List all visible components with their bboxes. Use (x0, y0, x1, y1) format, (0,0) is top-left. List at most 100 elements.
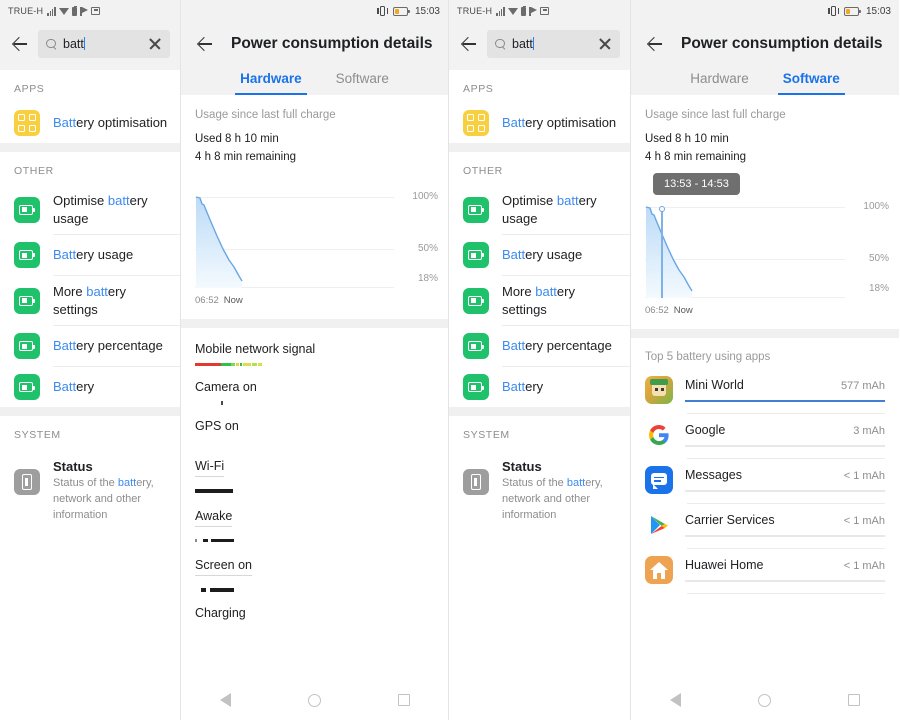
hardware-item[interactable]: Wi-Fi (181, 447, 448, 497)
carrier-label: TRUE-H (457, 6, 493, 16)
messages-app-icon (645, 465, 673, 494)
app-mah: < 1 mAh (843, 559, 885, 572)
app-mah: 577 mAh (840, 379, 885, 392)
panel-power-details-hardware: 15:03 Power consumption details Hardware… (180, 0, 448, 720)
hardware-bar (195, 440, 434, 444)
hardware-label: Wi-Fi (195, 459, 225, 478)
recents-nav-icon[interactable] (848, 694, 861, 706)
list-item[interactable]: Battery (0, 367, 180, 408)
tab-hardware[interactable]: Hardware (688, 68, 751, 95)
list-item-label: Optimise battery usage (53, 193, 148, 226)
app-name: Huawei Home (685, 557, 764, 572)
list-item-label: Battery usage (502, 247, 583, 263)
section-label-apps: APPS (0, 70, 180, 103)
hardware-item[interactable]: Screen on (181, 546, 448, 596)
list-item[interactable]: Battery usage (0, 235, 180, 276)
home-nav-icon[interactable] (307, 693, 321, 707)
x-tick-now: Now (223, 294, 243, 306)
hardware-item[interactable]: GPS on (181, 409, 448, 448)
usage-summary: Usage since last full charge Used 8 h 10… (181, 95, 448, 171)
hardware-item[interactable]: Mobile network signal (181, 332, 448, 371)
y-tick-50: 50% (868, 252, 889, 264)
list-item[interactable]: Optimise battery usage (0, 185, 180, 235)
hardware-label: Charging (195, 605, 246, 620)
list-item[interactable]: Carrier Services < 1 mAh (631, 504, 899, 539)
hardware-bar (195, 588, 434, 592)
list-item[interactable]: More battery settings (449, 276, 630, 326)
chart-tooltip: 13:53 - 14:53 (653, 172, 740, 195)
hardware-item[interactable]: Awake (181, 497, 448, 547)
hardware-label: Mobile network signal (195, 341, 316, 356)
battery-chart-area (195, 195, 243, 288)
home-nav-icon[interactable] (757, 693, 771, 707)
panel-power-details-software: 15:03 Power consumption details Hardware… (630, 0, 899, 720)
back-button[interactable] (10, 34, 30, 54)
list-item[interactable]: Battery (449, 367, 630, 408)
back-button[interactable] (645, 34, 665, 54)
list-item-label: Battery percentage (502, 338, 612, 354)
back-button[interactable] (459, 34, 479, 54)
hardware-item[interactable]: Charging (181, 596, 448, 635)
x-tick-start: 06:52 (195, 294, 219, 306)
page-title: Power consumption details (681, 35, 883, 52)
flag-icon (80, 6, 88, 16)
list-item-label: More battery settings (53, 284, 126, 317)
back-nav-icon[interactable] (219, 693, 231, 707)
search-value: batt (512, 37, 533, 51)
hardware-label: Screen on (195, 558, 252, 577)
list-item[interactable]: Mini World 577 mAh (631, 369, 899, 404)
list-item[interactable]: Battery optimisation (0, 103, 180, 143)
google-app-icon (645, 420, 673, 449)
search-input[interactable]: batt (487, 30, 620, 58)
battery-low-icon (843, 6, 861, 16)
list-item[interactable]: Optimise battery usage (449, 185, 630, 235)
list-item[interactable]: Messages < 1 mAh (631, 459, 899, 494)
tab-software[interactable]: Software (334, 68, 391, 95)
battery-chart[interactable]: 100% 50% 18% 06:52 Now (645, 201, 889, 316)
huawei-home-app-icon (645, 555, 673, 584)
list-item[interactable]: Battery usage (449, 235, 630, 276)
remaining-line: 4 h 8 min remaining (645, 150, 746, 163)
list-item[interactable]: Status Status of the battery, network an… (449, 449, 630, 531)
back-button[interactable] (195, 34, 215, 54)
list-item[interactable]: More battery settings (0, 276, 180, 326)
tab-hardware[interactable]: Hardware (235, 68, 307, 95)
battery-green-icon (14, 242, 40, 269)
list-item[interactable]: Battery percentage (0, 326, 180, 367)
battery-green-icon (14, 287, 40, 314)
square-icon (91, 7, 101, 15)
hardware-bar (195, 627, 434, 631)
search-input[interactable]: batt (38, 30, 170, 58)
recents-nav-icon[interactable] (397, 694, 410, 706)
hardware-label: Awake (195, 509, 233, 527)
close-icon[interactable] (598, 37, 612, 51)
back-nav-icon[interactable] (669, 693, 681, 707)
panel-search-results-1: TRUE-H batt APPS Battery optimisation OT (0, 0, 180, 720)
list-item[interactable]: Battery percentage (449, 326, 630, 367)
tab-software[interactable]: Software (777, 68, 845, 95)
close-icon[interactable] (148, 37, 162, 51)
section-label-other: OTHER (449, 152, 630, 185)
chart-marker-line (661, 208, 663, 298)
battery-green-icon (14, 333, 40, 360)
search-header-2: batt (449, 22, 630, 70)
signal-icon (496, 6, 505, 16)
hardware-bar (195, 362, 434, 367)
list-item[interactable]: Status Status of the battery, network an… (0, 449, 180, 531)
list-item[interactable]: Battery optimisation (449, 103, 630, 143)
app-mah: < 1 mAh (843, 469, 885, 482)
list-item-label: Battery optimisation (502, 115, 617, 131)
list-item[interactable]: Huawei Home < 1 mAh (631, 549, 899, 584)
mini-world-app-icon (645, 375, 673, 404)
usage-label: Usage since last full charge (645, 109, 786, 121)
section-divider (631, 328, 899, 338)
search-value: batt (63, 37, 84, 51)
tab-bar: Hardware Software (631, 68, 899, 95)
battery-green-icon (463, 333, 489, 360)
top-apps-label: Top 5 battery using apps (645, 350, 771, 363)
hardware-item[interactable]: Camera on (181, 370, 448, 409)
list-item-title: Status (53, 459, 93, 475)
list-item[interactable]: Google 3 mAh (631, 414, 899, 449)
section-divider (0, 143, 180, 152)
x-tick-now: Now (673, 304, 693, 316)
